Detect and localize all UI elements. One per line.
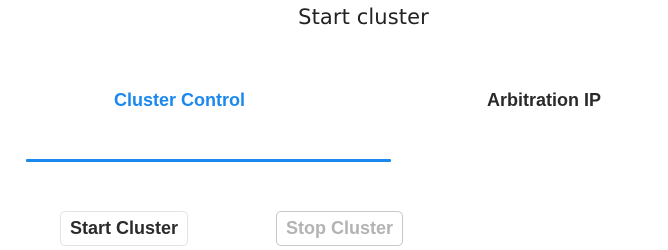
tab-arbitration-ip[interactable]: Arbitration IP — [487, 90, 601, 111]
active-tab-indicator — [26, 159, 391, 162]
stop-cluster-button[interactable]: Stop Cluster — [276, 211, 404, 246]
tab-cluster-control[interactable]: Cluster Control — [114, 90, 245, 111]
tab-bar: Cluster Control Arbitration IP — [0, 80, 668, 166]
dialog-title: Start cluster — [298, 5, 429, 29]
start-cluster-button[interactable]: Start Cluster — [60, 211, 189, 246]
